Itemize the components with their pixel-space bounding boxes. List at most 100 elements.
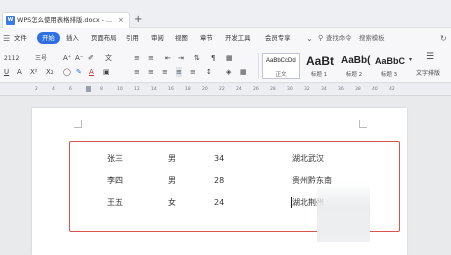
text-tools-label[interactable]: 文字排版 [416,69,440,79]
table-cell-gender[interactable]: 男 [168,153,176,164]
style-heading-1[interactable]: AaBt 标题 1 [302,53,336,79]
style-sample: AaBb( [341,55,371,66]
ruler-tick: 8 [100,87,103,92]
sort-icon[interactable]: ⇅ [194,53,200,63]
style-heading-2[interactable]: AaBb( 标题 2 [337,53,371,79]
shrink-font-icon[interactable]: A⁻ [75,53,83,63]
style-sample: AaBt [306,54,335,68]
style-label: 正文 [275,72,287,78]
ruler-tick: 30 [287,87,293,92]
strikethrough-button[interactable]: A [17,67,22,77]
style-sample: AaBbCcDd [266,58,296,64]
menu-item-chapter[interactable]: 章节 [200,32,213,44]
borders-icon[interactable]: ▦ [240,67,247,77]
menu-item-references[interactable]: 引用 [126,32,139,44]
menu-bar: ☰ 文件 开始 插入 页面布局 引用 审阅 视图 章节 开发工具 会员专享 ⌄ … [0,28,451,49]
ruler-tick: 34 [321,87,327,92]
ruler-tick: 20 [202,87,208,92]
menu-item-page-layout[interactable]: 页面布局 [91,32,117,44]
style-heading-3[interactable]: AaBbC 标题 3 [371,53,407,79]
ruler-tick: 4 [52,87,55,92]
table-cell-age[interactable]: 28 [214,175,224,186]
menu-item-developer[interactable]: 开发工具 [225,32,251,44]
font-color-button[interactable]: A [89,67,94,77]
search-icon: ⚲ [318,34,324,42]
horizontal-ruler[interactable]: 2 4 6 8 10 12 14 16 18 20 22 24 26 28 30… [0,84,451,96]
style-normal[interactable]: AaBbCcDd 正文 [262,53,300,79]
ruler-tick: 28 [270,87,276,92]
align-center-icon[interactable]: ≡ [148,67,154,77]
outdent-icon[interactable]: ⇤ [165,53,171,63]
margin-corner-mark [359,120,367,128]
menu-item-view[interactable]: 视图 [175,32,188,44]
font-size-select[interactable]: 三号 [35,54,47,64]
distributed-icon[interactable]: ≡ [190,67,196,77]
menu-item-insert[interactable]: 插入 [66,32,79,44]
ruler-tick: 38 [355,87,361,92]
ribbon: 2112 三号 A⁺ A⁻ ✐ 文 ≡ ≡ ⇤ ⇥ ⇅ ¶ ▦ U A X² X… [0,49,451,83]
underline-button[interactable]: U [4,67,9,77]
ruler-tick: 12 [134,87,140,92]
text-effect-icon[interactable]: ◯ [63,67,71,77]
ruler-tick: 10 [117,87,123,92]
font-name-select[interactable]: 2112 [4,54,19,64]
clear-format-icon[interactable]: ✐ [88,53,94,63]
margin-corner-mark [74,120,82,128]
table-borders-icon[interactable]: ▦ [226,53,233,63]
chevron-down-icon[interactable]: ⌄ [306,33,313,44]
menu-item-file[interactable]: 文件 [14,32,27,44]
justify-icon[interactable]: ≡ [176,67,182,77]
char-border-icon[interactable]: ▣ [103,67,110,77]
line-spacing-icon[interactable]: ↕ [206,67,212,77]
style-label: 标题 1 [310,72,328,78]
indent-icon[interactable]: ⇥ [178,53,184,63]
text-cursor [291,197,292,208]
styles-more-icon[interactable]: ▾ [409,55,412,65]
table-cell-name[interactable]: 李四 [107,175,123,186]
close-tab-icon[interactable]: × [118,14,124,26]
ruler-tick: 14 [151,87,157,92]
bullet-list-icon[interactable]: ≡ [134,53,140,63]
align-left-icon[interactable]: ≡ [134,67,140,77]
table-cell-name[interactable]: 张三 [107,153,123,164]
new-tab-button[interactable]: + [134,13,142,26]
tab-bar: W WPS怎么使用表格排版.docx - ... × + [0,0,451,28]
ruler-tick: 16 [168,87,174,92]
ruler-tick: 26 [253,87,259,92]
menu-item-home[interactable]: 开始 [37,32,60,44]
align-right-icon[interactable]: ≡ [162,67,168,77]
ruler-tick: 18 [185,87,191,92]
document-tab[interactable]: W WPS怎么使用表格排版.docx - ... × [2,12,130,28]
sync-icon[interactable]: ↻ [440,33,447,44]
ribbon-separator [258,53,259,79]
pinyin-guide-icon[interactable]: 文 [105,53,112,63]
ruler-tick: 32 [304,87,310,92]
indent-marker[interactable] [86,86,91,92]
watermark-blur [317,182,370,242]
shading-icon[interactable]: ◈ [226,67,231,77]
template-search[interactable]: 搜索模板 [359,32,385,44]
table-cell-age[interactable]: 24 [214,197,224,208]
grow-font-icon[interactable]: A⁺ [63,53,71,63]
table-cell-name[interactable]: 王五 [107,197,123,208]
command-search[interactable]: 查找命令 [326,32,352,44]
superscript-button[interactable]: X² [30,67,38,77]
wps-document-icon: W [6,16,15,25]
document-tab-title: WPS怎么使用表格排版.docx - ... [17,16,113,24]
highlight-color-icon[interactable]: ✎ [76,67,82,77]
menu-item-review[interactable]: 审阅 [151,32,164,44]
ruler-tick: 36 [338,87,344,92]
ruler-tick: 22 [219,87,225,92]
table-cell-age[interactable]: 34 [214,153,224,164]
ruler-tick: 40 [372,87,378,92]
text-tools-icon[interactable]: ☰ [426,52,434,62]
table-cell-place[interactable]: 湖北武汉 [292,153,324,164]
show-marks-icon[interactable]: ¶ [211,53,215,63]
table-cell-gender[interactable]: 男 [168,175,176,186]
menu-item-member[interactable]: 会员专享 [265,32,291,44]
numbered-list-icon[interactable]: ≡ [148,53,154,63]
table-cell-gender[interactable]: 女 [168,197,176,208]
subscript-button[interactable]: X₂ [46,67,54,77]
style-label: 标题 3 [380,72,398,78]
hamburger-menu-icon[interactable]: ☰ [3,33,10,44]
